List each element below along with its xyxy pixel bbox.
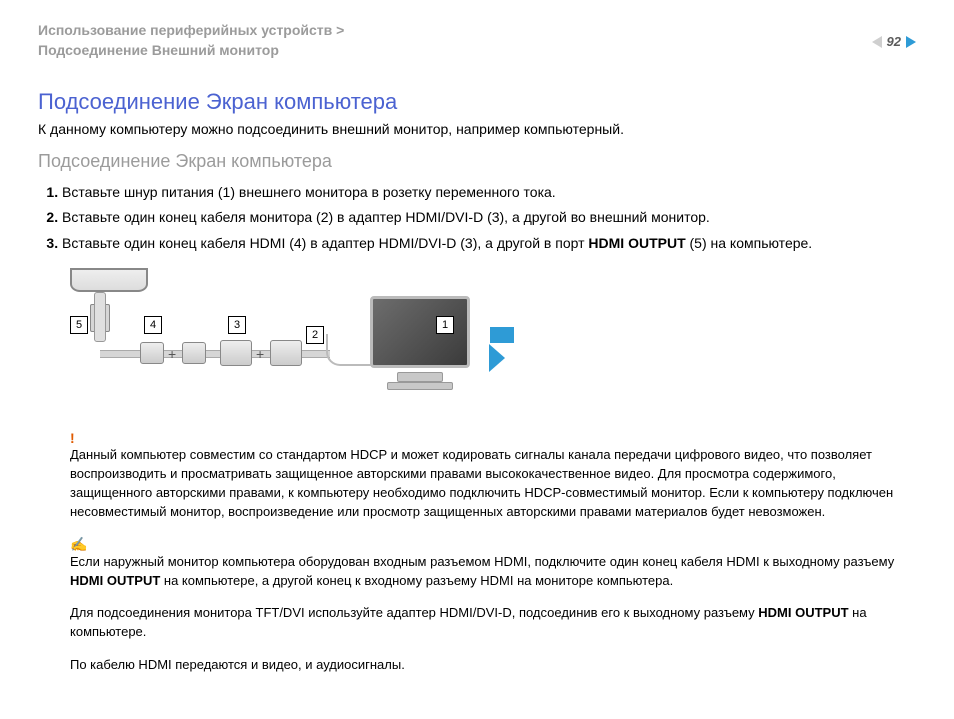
breadcrumb-line1: Использование периферийных устройств > [38,22,344,38]
page-header: Использование периферийных устройств > П… [38,20,916,61]
arrow-right-icon [490,326,514,372]
step-3-post: (5) на компьютере. [686,235,813,251]
step-3-pre: Вставьте один конец кабеля HDMI (4) в ад… [62,235,588,251]
warning-icon: ! [70,430,916,446]
monitor-icon [370,296,470,390]
connector-4b-icon [182,342,206,364]
diagram-label-1: 1 [436,316,454,334]
plus-icon-2: + [256,346,264,362]
diagram-label-3: 3 [228,316,246,334]
step-3: Вставьте один конец кабеля HDMI (4) в ад… [62,231,916,257]
breadcrumb: Использование периферийных устройств > П… [38,20,344,61]
intro-text: К данному компьютеру можно подсоединить … [38,121,916,137]
note1-text: Если наружный монитор компьютера оборудо… [70,553,916,591]
adapter-3-icon [220,340,252,366]
prev-page-arrow-icon[interactable] [872,36,882,48]
diagram-label-4: 4 [144,316,162,334]
connector-4-icon [140,342,164,364]
pager: 92 [872,34,916,49]
breadcrumb-line2: Подсоединение Внешний монитор [38,42,279,58]
page-title: Подсоединение Экран компьютера [38,89,916,115]
note2-bold: HDMI OUTPUT [758,605,848,620]
notes-block: ! Данный компьютер совместим со стандарт… [70,430,916,675]
connection-diagram: + + 5 4 3 2 1 [70,268,510,408]
diagram-label-5: 5 [70,316,88,334]
note-icon: ✍ [70,536,916,553]
diagram-label-2: 2 [306,326,324,344]
section-subtitle: Подсоединение Экран компьютера [38,151,916,172]
page-number: 92 [887,34,901,49]
connector-2-icon [270,340,302,366]
note3-text: По кабелю HDMI передаются и видео, и ауд… [70,656,916,675]
step-1: Вставьте шнур питания (1) внешнего монит… [62,180,916,206]
step-2: Вставьте один конец кабеля монитора (2) … [62,205,916,231]
warning-text: Данный компьютер совместим со стандартом… [70,446,916,521]
steps-list: Вставьте шнур питания (1) внешнего монит… [38,180,916,257]
next-page-arrow-icon[interactable] [906,36,916,48]
plus-icon: + [168,346,176,362]
document-page: Использование периферийных устройств > П… [0,0,954,719]
note1-pre: Если наружный монитор компьютера оборудо… [70,554,894,569]
step-3-bold: HDMI OUTPUT [588,235,685,251]
note1-bold: HDMI OUTPUT [70,573,160,588]
note2-text: Для подсоединения монитора TFT/DVI испол… [70,604,916,642]
cable-vertical-icon [94,292,106,342]
hdmi-output-port-icon [70,268,148,292]
note1-mid: на компьютере, а другой конец к входному… [160,573,673,588]
note2-pre: Для подсоединения монитора TFT/DVI испол… [70,605,758,620]
